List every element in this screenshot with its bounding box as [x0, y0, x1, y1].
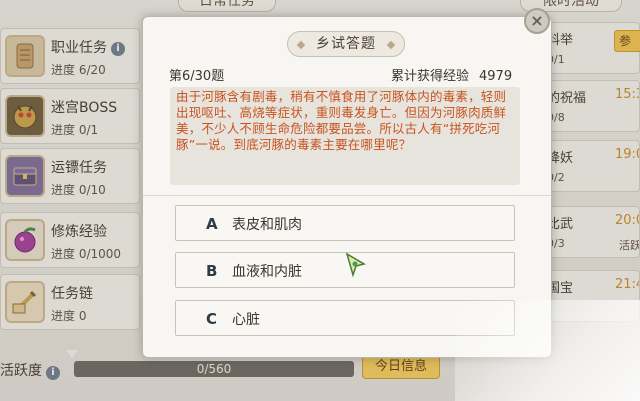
option-letter: A	[206, 215, 218, 233]
exp-summary: 累计获得经验 4979	[391, 65, 512, 84]
dialog-title-banner: 乡试答题	[287, 31, 405, 57]
option-text: 血液和内脏	[232, 264, 302, 280]
exp-label: 累计获得经验	[391, 69, 470, 84]
answer-option-c[interactable]: C 心脏	[175, 300, 515, 336]
exp-value: 4979	[479, 69, 513, 84]
question-counter: 第6/30题	[169, 69, 225, 84]
quiz-dialog: 乡试答题 第6/30题 累计获得经验 4979 由于河豚含有剧毒，稍有不慎食用了河…	[142, 16, 552, 358]
option-letter: B	[206, 262, 218, 280]
cursor-icon	[345, 252, 366, 278]
diamond-icon	[296, 40, 306, 50]
option-letter: C	[206, 310, 218, 328]
question-text: 由于河豚含有剧毒，稍有不慎食用了河豚体内的毒素，轻则出现呕吐、高烧等症状，重则毒…	[176, 89, 507, 152]
diamond-icon	[386, 40, 396, 50]
option-text: 心脏	[232, 312, 260, 328]
question-box: 由于河豚含有剧毒，稍有不慎食用了河豚体内的毒素，轻则出现呕吐、高烧等症状，重则毒…	[170, 87, 520, 185]
option-text: 表皮和肌肉	[232, 217, 302, 233]
close-icon[interactable]: ×	[524, 8, 550, 34]
dialog-title: 乡试答题	[316, 36, 376, 52]
divider	[143, 195, 551, 196]
answer-option-a[interactable]: A 表皮和肌肉	[175, 205, 515, 241]
